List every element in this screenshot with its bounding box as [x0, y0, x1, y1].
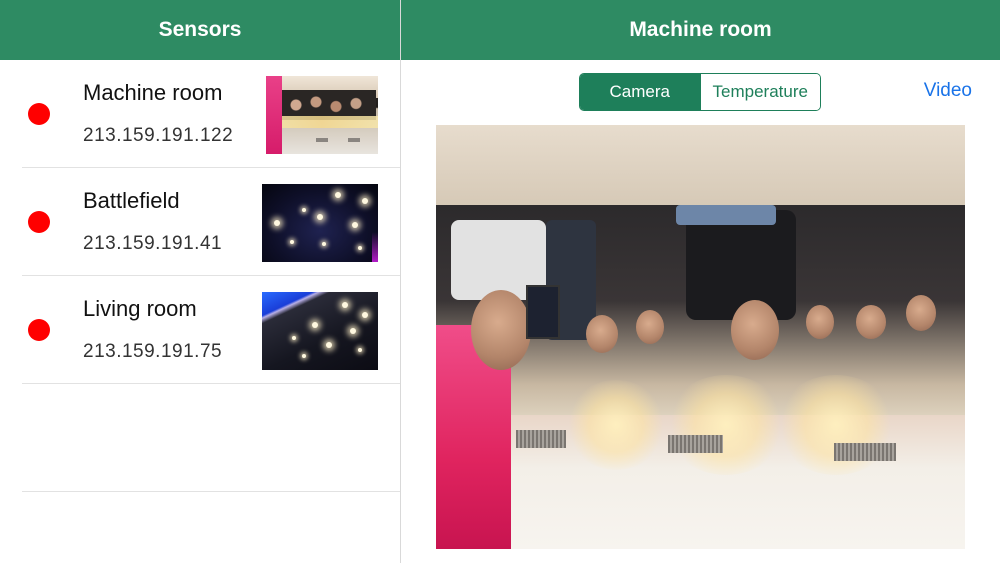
sensor-list: Machine room 213.159.191.122 Battlefield… — [0, 60, 400, 492]
sensor-name: Machine room — [83, 80, 223, 105]
detail-title: Machine room — [629, 18, 772, 41]
tab-camera[interactable]: Camera — [580, 74, 700, 110]
sensor-name: Living room — [83, 296, 197, 321]
video-link[interactable]: Video — [924, 80, 972, 102]
sensors-title: Sensors — [158, 18, 242, 41]
sensor-ip: 213.159.191.41 — [83, 233, 223, 254]
status-dot-icon — [28, 319, 50, 341]
app: Sensors Machine room 213.159.191.122 Bat — [0, 0, 1000, 563]
sensors-navbar: Sensors — [0, 0, 400, 60]
sensor-thumbnail — [266, 76, 378, 154]
sensor-row-machine-room[interactable]: Machine room 213.159.191.122 — [22, 60, 400, 168]
sensor-row-battlefield[interactable]: Battlefield 213.159.191.41 — [22, 168, 400, 276]
camera-image — [436, 125, 965, 549]
sensor-ip: 213.159.191.75 — [83, 341, 223, 362]
sensor-detail-pane: Machine room Camera Temperature Video — [401, 0, 1000, 563]
empty-row — [22, 384, 400, 492]
view-segmented-control: Camera Temperature — [579, 73, 821, 111]
sensor-name: Battlefield — [83, 188, 180, 213]
detail-navbar: Machine room — [401, 0, 1000, 60]
sensor-thumbnail — [262, 292, 378, 370]
sensor-row-living-room[interactable]: Living room 213.159.191.75 — [22, 276, 400, 384]
tab-temperature[interactable]: Temperature — [699, 74, 820, 110]
sensor-ip: 213.159.191.122 — [83, 125, 234, 146]
status-dot-icon — [28, 103, 50, 125]
sensor-thumbnail — [262, 184, 378, 262]
sensor-list-pane: Sensors Machine room 213.159.191.122 Bat — [0, 0, 401, 563]
status-dot-icon — [28, 211, 50, 233]
